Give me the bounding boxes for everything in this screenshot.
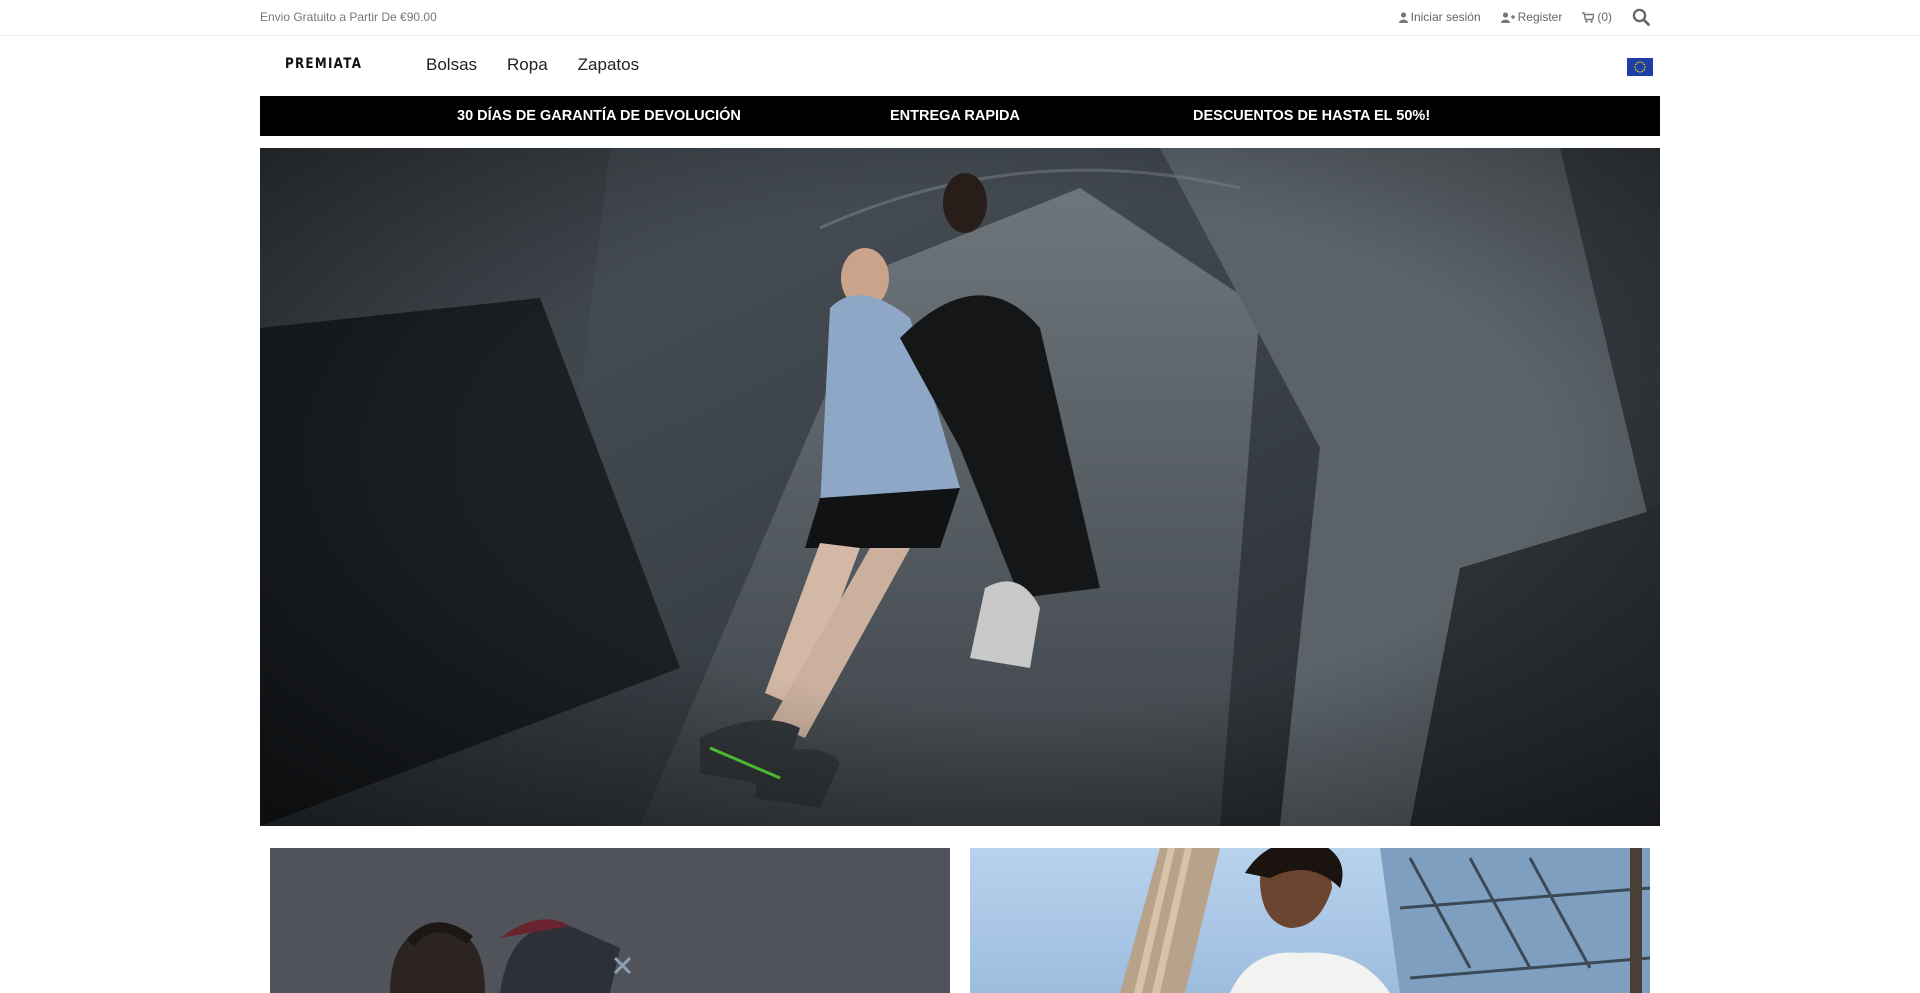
eu-flag-icon[interactable] xyxy=(1627,58,1653,76)
shopping-cart-icon xyxy=(1582,11,1595,23)
nav-item-bolsas[interactable]: Bolsas xyxy=(426,55,477,75)
main-navigation: PREMIATA Bolsas Ropa Zapatos xyxy=(260,36,1660,96)
returns-guarantee-text: 30 DÍAS DE GARANTÍA DE DEVOLUCIÓN xyxy=(457,108,741,124)
fast-delivery-text: ENTREGA RAPIDA xyxy=(890,108,1020,124)
account-links: Iniciar sesión Register (0) xyxy=(1398,0,1650,34)
top-bar: Envio Gratuito a Partir De €90.00 Inicia… xyxy=(0,0,1920,36)
category-menu: Bolsas Ropa Zapatos xyxy=(426,55,639,75)
benefits-banner: 30 DÍAS DE GARANTÍA DE DEVOLUCIÓN ENTREG… xyxy=(260,96,1660,136)
user-plus-icon xyxy=(1500,11,1515,23)
category-tile-right[interactable] xyxy=(970,848,1650,993)
free-shipping-notice: Envio Gratuito a Partir De €90.00 xyxy=(260,10,437,24)
hero-image[interactable] xyxy=(260,148,1660,826)
register-link[interactable]: Register xyxy=(1500,10,1563,24)
search-button[interactable] xyxy=(1632,8,1650,26)
category-tile-left[interactable] xyxy=(270,848,950,993)
login-label: Iniciar sesión xyxy=(1410,10,1481,24)
search-icon xyxy=(1632,8,1650,26)
nav-item-zapatos[interactable]: Zapatos xyxy=(578,55,639,75)
discount-text: DESCUENTOS DE HASTA EL 50%! xyxy=(1193,108,1431,124)
cart-count: (0) xyxy=(1597,10,1612,24)
register-label: Register xyxy=(1517,10,1563,24)
brand-logo[interactable]: PREMIATA xyxy=(285,56,362,72)
cart-link[interactable]: (0) xyxy=(1582,10,1612,24)
user-icon xyxy=(1398,11,1408,23)
nav-item-ropa[interactable]: Ropa xyxy=(507,55,548,75)
login-link[interactable]: Iniciar sesión xyxy=(1398,10,1481,24)
